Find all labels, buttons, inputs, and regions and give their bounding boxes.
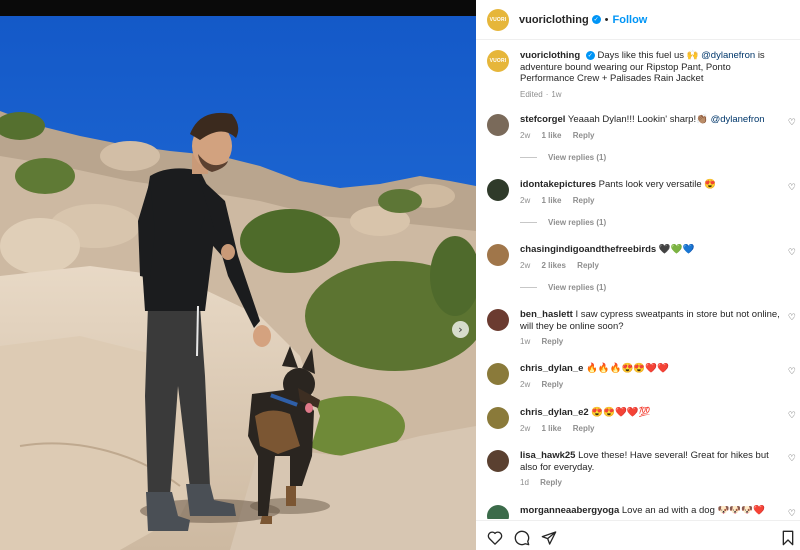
comment-item: chris_dylan_e 🔥🔥🔥😍😍❤️❤️ 2w Reply ♡ — [487, 363, 796, 390]
comment-age[interactable]: 2w — [520, 380, 530, 389]
like-comment-heart-icon[interactable]: ♡ — [788, 454, 796, 464]
reply-button[interactable]: Reply — [541, 337, 563, 346]
comment-age[interactable]: 2w — [520, 424, 530, 433]
header-username[interactable]: vuoriclothing — [519, 14, 589, 26]
commenter-avatar[interactable] — [487, 114, 509, 136]
separator-dot: • — [604, 13, 609, 26]
post-actions-bar — [476, 520, 800, 550]
comment-item: morganneaabergyoga Love an ad with a dog… — [487, 505, 796, 519]
view-replies-button[interactable]: View replies (1) — [520, 218, 787, 227]
comment-item: idontakepictures Pants look very versati… — [487, 179, 796, 227]
comment-username[interactable]: idontakepictures — [520, 179, 596, 190]
caption-logo-avatar[interactable]: VUORI — [487, 50, 509, 72]
comment-username[interactable]: chris_dylan_e2 — [520, 407, 589, 418]
post-photo[interactable]: › — [0, 16, 476, 550]
replies-line — [520, 157, 537, 159]
view-replies-button[interactable]: View replies (1) — [520, 283, 787, 292]
reply-button[interactable]: Reply — [577, 261, 599, 270]
comment-mention[interactable]: @dylanefron — [711, 114, 765, 125]
commenter-avatar[interactable] — [487, 309, 509, 331]
comment-text: Pants look very versatile 😍 — [598, 179, 717, 190]
comment-item: chasingindigoandthefreebirds 🖤💚💙 2w 2 li… — [487, 244, 796, 292]
caption-age[interactable]: 1w — [551, 90, 561, 99]
share-icon[interactable] — [541, 530, 557, 546]
comment-age[interactable]: 1d — [520, 478, 529, 487]
caption-username[interactable]: vuoriclothing — [520, 50, 580, 61]
heart-outline-icon[interactable] — [487, 530, 503, 545]
hiker-with-dog-image — [0, 16, 476, 550]
comment-text: 😍😍❤️❤️💯 — [591, 407, 651, 418]
reply-button[interactable]: Reply — [541, 380, 563, 389]
verified-badge-icon: ✓ — [585, 51, 595, 61]
reply-button[interactable]: Reply — [573, 424, 595, 433]
vuori-logo-avatar[interactable]: VUORI — [487, 8, 509, 31]
commenter-avatar[interactable] — [487, 450, 509, 472]
comment-age[interactable]: 2w — [520, 131, 530, 140]
comment-item: lisa_hawk25 Love these! Have several! Gr… — [487, 450, 796, 489]
comment-age[interactable]: 1w — [520, 337, 530, 346]
commenter-avatar[interactable] — [487, 505, 509, 519]
commenter-avatar[interactable] — [487, 363, 509, 385]
reply-button[interactable]: Reply — [573, 196, 595, 205]
edited-label: Edited — [520, 89, 543, 99]
next-photo-button[interactable]: › — [452, 321, 469, 338]
post-side-panel: VUORI vuoriclothing ✓ • Follow VUORI vuo… — [476, 0, 800, 550]
commenter-avatar[interactable] — [487, 179, 509, 201]
comment-item: ben_haslett I saw cypress sweatpants in … — [487, 309, 796, 348]
verified-badge-icon: ✓ — [591, 15, 601, 24]
replies-line — [520, 222, 537, 224]
view-replies-button[interactable]: View replies (1) — [520, 153, 787, 162]
bookmark-icon[interactable] — [781, 530, 795, 546]
reply-button[interactable]: Reply — [540, 478, 562, 487]
comment-age[interactable]: 2w — [520, 196, 530, 205]
post-caption: VUORI vuoriclothing ✓ Days like this fue… — [487, 50, 787, 100]
comment-icon[interactable] — [514, 530, 530, 546]
comment-username[interactable]: morganneaabergyoga — [520, 505, 619, 516]
commenter-avatar[interactable] — [487, 407, 509, 429]
like-comment-heart-icon[interactable]: ♡ — [788, 411, 796, 421]
like-comment-heart-icon[interactable]: ♡ — [788, 183, 796, 193]
like-comment-heart-icon[interactable]: ♡ — [788, 248, 796, 258]
like-comment-heart-icon[interactable]: ♡ — [788, 313, 796, 323]
like-comment-heart-icon[interactable]: ♡ — [788, 118, 796, 128]
comments-list[interactable]: VUORI vuoriclothing ✓ Days like this fue… — [476, 41, 800, 519]
comment-text: Love an ad with a dog 🐶🐶🐶❤️ — [621, 505, 765, 516]
replies-line — [520, 287, 537, 289]
comment-item: chris_dylan_e2 😍😍❤️❤️💯 2w 1 like Reply ♡ — [487, 407, 796, 434]
comment-text: Yeaaah Dylan!!! Lookin' sharp!👏🏽 — [567, 114, 708, 125]
top-black-bar — [0, 0, 476, 16]
caption-text-before: Days like this fuel us 🙌 — [597, 50, 699, 61]
logo-text: VUORI — [489, 16, 507, 23]
comment-text: 🖤💚💙 — [658, 244, 695, 255]
comment-username[interactable]: lisa_hawk25 — [520, 450, 575, 461]
follow-button[interactable]: Follow — [613, 14, 648, 26]
comment-username[interactable]: stefcorgel — [520, 114, 565, 125]
reply-button[interactable]: Reply — [573, 131, 595, 140]
comment-username[interactable]: chasingindigoandthefreebirds — [520, 244, 656, 255]
commenter-avatar[interactable] — [487, 244, 509, 266]
caption-mention[interactable]: @dylanefron — [701, 50, 755, 61]
like-comment-heart-icon[interactable]: ♡ — [788, 509, 796, 519]
like-comment-heart-icon[interactable]: ♡ — [788, 367, 796, 377]
comment-text: 🔥🔥🔥😍😍❤️❤️ — [586, 363, 669, 374]
post-header: VUORI vuoriclothing ✓ • Follow — [476, 0, 800, 40]
comment-age[interactable]: 2w — [520, 261, 530, 270]
comment-likes[interactable]: 1 like — [541, 424, 561, 433]
comment-username[interactable]: ben_haslett — [520, 309, 573, 320]
comment-likes[interactable]: 2 likes — [541, 261, 565, 270]
comment-likes[interactable]: 1 like — [541, 131, 561, 140]
comment-item: stefcorgel Yeaaah Dylan!!! Lookin' sharp… — [487, 114, 796, 162]
comment-likes[interactable]: 1 like — [541, 196, 561, 205]
comment-username[interactable]: chris_dylan_e — [520, 363, 583, 374]
